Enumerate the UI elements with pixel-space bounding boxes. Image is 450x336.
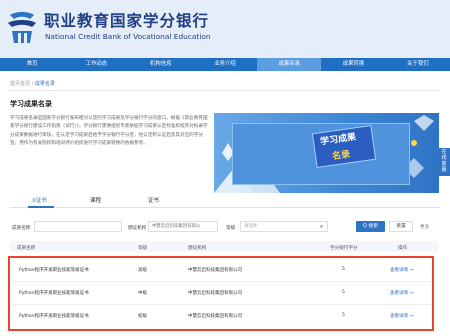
cell-credits: 5 — [342, 313, 345, 318]
level-select-value: 请选择 — [244, 224, 258, 229]
chevron-down-icon: ▼ — [320, 224, 324, 229]
main-nav: 首页 工作动态 机构信息 业务介绍 成果名录 成果转换 关于我们 — [0, 58, 450, 71]
cell-org: 中慧云启科技集团有限公司 — [188, 291, 242, 296]
nav-item-news[interactable]: 工作动态 — [64, 58, 128, 71]
cell-name: Python程序开发职业技能等级证书 — [19, 314, 89, 319]
nav-item-home[interactable]: 首页 — [0, 58, 64, 71]
cell-credits: 5 — [342, 290, 345, 295]
table-header — [10, 241, 438, 252]
column-header-level: 等级 — [138, 246, 148, 251]
site-title: 职业教育国家学分银行 — [44, 12, 210, 30]
bank-logo-icon[interactable] — [4, 9, 40, 47]
cell-level: 高级 — [138, 268, 147, 273]
cell-name: Python程序开发职业技能等级证书 — [19, 268, 89, 273]
active-tab-indicator — [28, 206, 54, 208]
filter-org-label: 颁证机构 — [128, 226, 147, 231]
view-details-link[interactable]: 查看详情 → — [390, 290, 413, 296]
breadcrumb-separator: / — [31, 81, 34, 87]
cell-org: 中慧云启科技集团有限公司 — [188, 314, 242, 319]
site-header: 职业教育国家学分银行 National Credit Bank of Vocat… — [0, 0, 450, 58]
filter-name-label: 成果名称 — [12, 226, 31, 231]
filter-level-label: 等级 — [226, 226, 236, 231]
tab-certificate[interactable]: 证书 — [148, 196, 159, 207]
banner-title-line2: 名录 — [331, 149, 351, 163]
table-row: Python程序开发职业技能等级证书 高级 中慧云启科技集团有限公司 5 查看详… — [10, 258, 432, 281]
site-subtitle: National Credit Bank of Vocational Educa… — [45, 32, 211, 41]
achievement-name-input[interactable] — [34, 221, 122, 232]
section-intro: 学习成果名录是国家学分银行发布相对认定的学习成果及学分银行学分的窗口。根据《职业… — [10, 116, 208, 146]
more-filters-link[interactable]: 更多 — [420, 224, 429, 230]
cell-level: 中级 — [138, 291, 147, 296]
reset-button[interactable]: 重置 — [389, 221, 413, 232]
section-title: 学习成果名录 — [10, 100, 52, 108]
table-row: Python程序开发职业技能等级证书 中级 中慧云启科技集团有限公司 5 查看详… — [10, 281, 432, 304]
nav-item-about[interactable]: 关于我们 — [386, 58, 450, 71]
column-header-action: 操作 — [398, 246, 408, 251]
view-details-link[interactable]: 查看详情 → — [390, 313, 413, 319]
breadcrumb-current: 成果名录 — [34, 81, 55, 87]
column-header-name: 成果名称 — [17, 246, 36, 251]
divider — [10, 90, 440, 91]
online-service-label[interactable]: 在线客服 — [440, 149, 448, 173]
nav-item-achievements[interactable]: 成果名录 — [257, 58, 322, 71]
nav-item-business[interactable]: 业务介绍 — [193, 58, 257, 71]
table-row: Python程序开发职业技能等级证书 初级 中慧云启科技集团有限公司 5 查看详… — [10, 304, 432, 327]
column-header-org: 颁证机构 — [188, 246, 207, 251]
cell-org: 中慧云启科技集团有限公司 — [188, 268, 242, 273]
category-tabs: X证书 课程 证书 — [10, 196, 440, 207]
breadcrumb: 首页首页 / 成果名录 — [10, 80, 55, 87]
tabs-divider — [10, 207, 440, 208]
nav-item-conversion[interactable]: 成果转换 — [321, 58, 385, 71]
cell-name: Python程序开发职业技能等级证书 — [19, 291, 89, 296]
page: 职业教育国家学分银行 National Credit Bank of Vocat… — [0, 0, 450, 336]
search-button[interactable]: Q 搜索 — [356, 221, 385, 232]
nav-item-institutions[interactable]: 机构信息 — [129, 58, 193, 71]
cell-level: 初级 — [138, 314, 147, 319]
view-details-link[interactable]: 查看详情 → — [390, 267, 413, 273]
tab-course[interactable]: 课程 — [90, 196, 101, 207]
breadcrumb-home[interactable]: 首页首页 — [10, 81, 30, 87]
issuing-org-input[interactable]: 中慧云启科技集团有限公 — [148, 221, 218, 232]
column-header-credits: 学分银行学分 — [330, 246, 358, 251]
cell-credits: 5 — [342, 267, 345, 272]
